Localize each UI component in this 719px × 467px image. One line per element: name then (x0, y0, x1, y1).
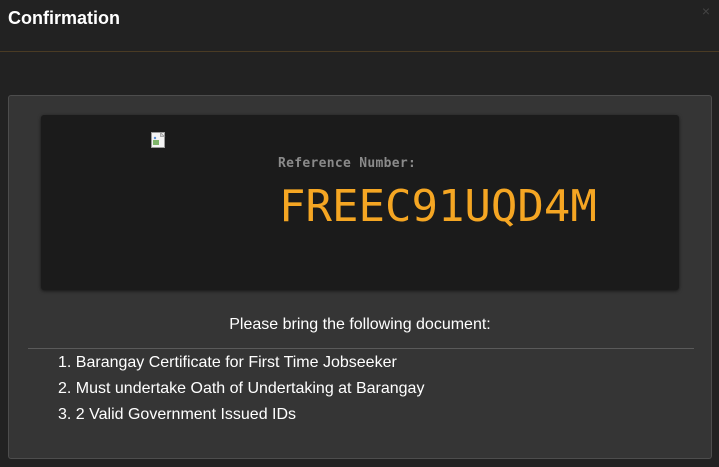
divider (28, 348, 694, 349)
instruction-heading: Please bring the following document: (229, 316, 491, 333)
broken-image-icon (151, 131, 169, 150)
dialog-title: Confirmation (8, 8, 120, 28)
reference-label: Reference Number: (278, 156, 417, 171)
confirmation-dialog: Confirmation × Reference Number: FREEC91… (0, 0, 719, 467)
document-list: 1. Barangay Certificate for First Time J… (58, 350, 424, 428)
close-icon[interactable]: × (699, 4, 713, 18)
document-item: 3. 2 Valid Government Issued IDs (58, 406, 297, 423)
dialog-header: Confirmation × (0, 0, 719, 52)
reference-card: Reference Number: FREEC91UQD4M (41, 115, 679, 290)
document-item: 1. Barangay Certificate for First Time J… (58, 354, 397, 371)
document-item: 2. Must undertake Oath of Undertaking at… (58, 380, 425, 397)
content-panel: Reference Number: FREEC91UQD4M Please br… (8, 95, 712, 459)
reference-number: FREEC91UQD4M (279, 181, 597, 232)
